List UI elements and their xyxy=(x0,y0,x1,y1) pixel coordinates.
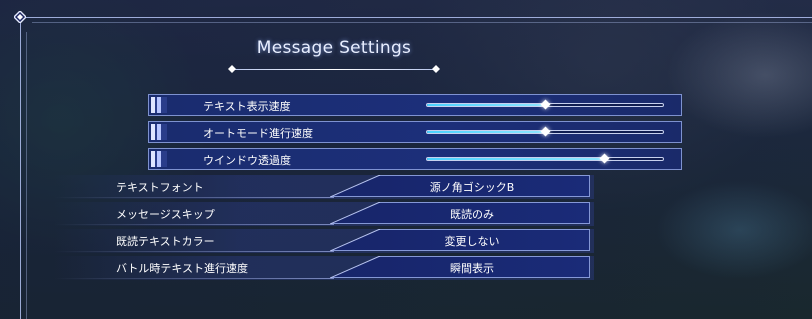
slider-knob[interactable] xyxy=(599,153,610,164)
frame-top-inner-line xyxy=(32,22,812,23)
slider-fill xyxy=(427,104,545,106)
slider-row-text-speed[interactable]: テキスト表示速度 xyxy=(148,94,682,116)
frame-left-line xyxy=(20,17,21,319)
option-row-text-font[interactable]: テキストフォント 源ノ角ゴシックB xyxy=(54,175,594,199)
row-underline xyxy=(54,197,334,198)
option-label: バトル時テキスト進行速度 xyxy=(116,262,248,275)
option-row-message-skip[interactable]: メッセージスキップ 既読のみ xyxy=(54,202,594,226)
option-value: 変更しない xyxy=(444,235,500,248)
slider-fill xyxy=(427,158,604,160)
slider-fill xyxy=(427,131,545,133)
page-title: Message Settings xyxy=(256,38,412,58)
frame-left-inner-line xyxy=(26,32,27,319)
slider-knob[interactable] xyxy=(540,99,551,110)
row-marker xyxy=(151,124,167,140)
slider-label: ウインドウ透過度 xyxy=(203,154,291,167)
slider-track[interactable] xyxy=(426,153,664,164)
slider-label: テキスト表示速度 xyxy=(203,100,291,113)
row-marker xyxy=(151,97,167,113)
diamond-gem-icon xyxy=(14,11,26,23)
option-row-battle-text-speed[interactable]: バトル時テキスト進行速度 瞬間表示 xyxy=(54,256,594,280)
option-label: メッセージスキップ xyxy=(116,208,215,221)
slider-row-window-opacity[interactable]: ウインドウ透過度 xyxy=(148,148,682,170)
option-value: 既読のみ xyxy=(450,208,494,221)
option-row-read-text-color[interactable]: 既読テキストカラー 変更しない xyxy=(54,229,594,253)
diamond-icon xyxy=(228,65,236,73)
slider-knob[interactable] xyxy=(540,126,551,137)
row-underline xyxy=(54,251,334,252)
row-underline xyxy=(54,224,334,225)
slider-row-auto-mode-speed[interactable]: オートモード進行速度 xyxy=(148,121,682,143)
option-value: 源ノ角ゴシックB xyxy=(429,181,515,194)
slider-track[interactable] xyxy=(426,99,664,110)
option-label: 既読テキストカラー xyxy=(116,235,215,248)
row-underline xyxy=(54,278,334,279)
diamond-icon xyxy=(432,65,440,73)
title-underline xyxy=(232,69,436,70)
slider-label: オートモード進行速度 xyxy=(203,127,313,140)
frame-top-line xyxy=(20,17,812,18)
option-value: 瞬間表示 xyxy=(450,262,494,275)
row-marker xyxy=(151,151,167,167)
slider-track[interactable] xyxy=(426,126,664,137)
option-label: テキストフォント xyxy=(116,181,204,194)
